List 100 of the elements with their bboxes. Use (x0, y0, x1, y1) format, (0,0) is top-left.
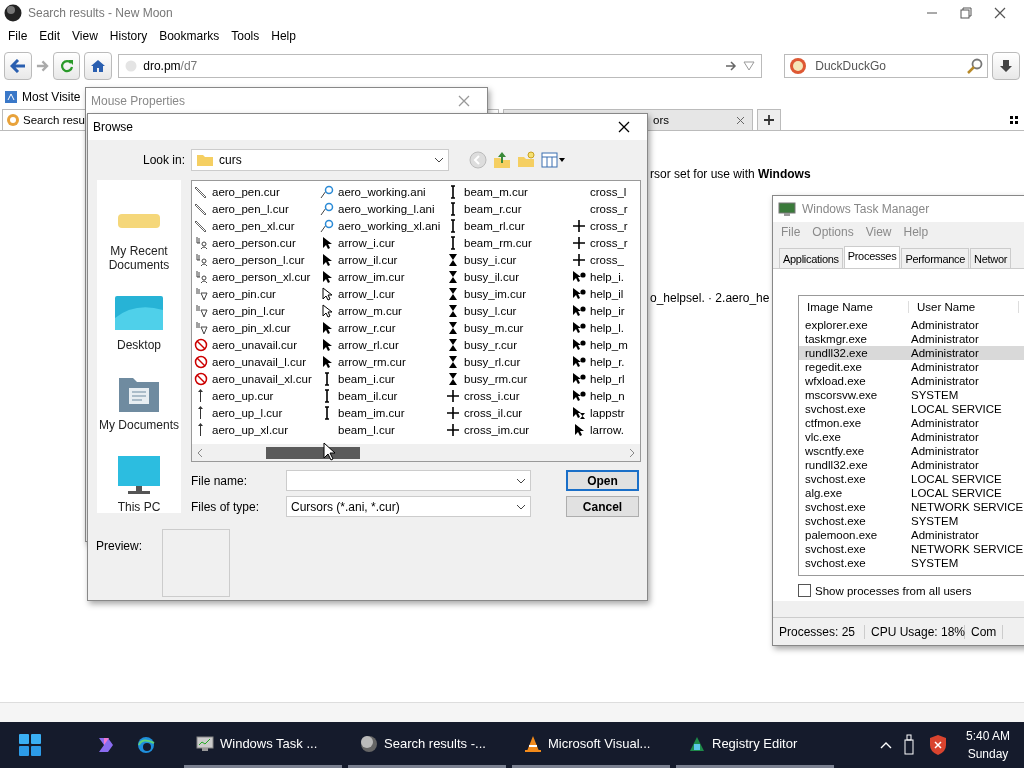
file-name[interactable]: arrow_m.cur (338, 304, 402, 317)
column-header[interactable]: User Name (909, 301, 1019, 313)
file-name[interactable]: beam_i.cur (338, 372, 395, 385)
file-name[interactable]: busy_l.cur (464, 304, 517, 317)
place-item[interactable]: My Recent Documents (97, 200, 181, 272)
menu-item[interactable]: Tools (225, 29, 266, 43)
back-button[interactable] (4, 52, 32, 80)
cancel-button[interactable]: Cancel (566, 496, 639, 517)
close-icon[interactable] (994, 6, 1006, 19)
file-name[interactable]: arrow_r.cur (338, 321, 396, 334)
file-name[interactable]: help_ir (590, 304, 625, 317)
file-name[interactable]: beam_rm.cur (464, 236, 532, 249)
taskbar-button[interactable]: Registry Editor (676, 722, 834, 768)
file-name[interactable]: busy_il.cur (464, 270, 519, 283)
bookmark-item[interactable]: Most Visite (4, 89, 81, 104)
restore-icon[interactable] (960, 6, 972, 19)
file-name[interactable]: aero_up_l.cur (212, 406, 283, 419)
place-item[interactable]: This PC (97, 454, 181, 514)
file-name[interactable]: arrow_rm.cur (338, 355, 406, 368)
file-name[interactable]: arrow_im.cur (338, 270, 405, 283)
file-name[interactable]: aero_pen.cur (212, 185, 280, 198)
view-menu-icon[interactable] (541, 151, 568, 169)
dropdown-icon[interactable] (743, 61, 756, 71)
tab[interactable]: Applications (779, 248, 843, 268)
file-name[interactable]: aero_up.cur (212, 389, 274, 402)
file-name[interactable]: aero_unavail.cur (212, 338, 298, 351)
tab-list-icon[interactable] (1010, 116, 1018, 124)
file-name[interactable]: cross_im.cur (464, 423, 530, 436)
file-name[interactable]: larrow. (590, 423, 624, 436)
new-tab-button[interactable] (757, 109, 781, 130)
file-name[interactable]: help_rl (590, 372, 625, 385)
place-item[interactable]: My Documents (97, 374, 181, 432)
file-name[interactable]: help_l. (590, 321, 624, 334)
file-name[interactable]: beam_rl.cur (464, 219, 525, 232)
file-name[interactable]: aero_unavail_xl.cur (212, 372, 312, 385)
tab[interactable]: Processes (843, 246, 901, 268)
file-name[interactable]: aero_person_xl.cur (212, 270, 311, 283)
file-name[interactable]: beam_r.cur (464, 202, 522, 215)
file-name[interactable]: aero_working.ani (338, 185, 426, 198)
file-name[interactable]: cross_ (590, 253, 624, 266)
menu-item[interactable]: Bookmarks (153, 29, 226, 43)
download-button[interactable] (992, 52, 1020, 80)
file-name[interactable]: busy_i.cur (464, 253, 517, 266)
file-name[interactable]: beam_il.cur (338, 389, 398, 402)
open-button[interactable]: Open (566, 470, 639, 491)
up-folder-icon[interactable] (493, 151, 512, 169)
menu-item[interactable]: Edit (33, 29, 67, 43)
file-name[interactable]: lappstr (590, 406, 625, 419)
search-icon[interactable] (967, 58, 984, 74)
file-name[interactable]: cross_r (590, 236, 628, 249)
file-name[interactable]: beam_im.cur (338, 406, 405, 419)
file-name[interactable]: cross_r (590, 202, 628, 215)
file-name-field[interactable] (286, 470, 531, 491)
go-arrow-icon[interactable] (725, 60, 738, 72)
file-name[interactable]: arrow_l.cur (338, 287, 395, 300)
search-box[interactable]: DuckDuckGo (784, 54, 989, 78)
close-icon[interactable] (618, 121, 630, 133)
file-name[interactable]: aero_unavail_l.cur (212, 355, 306, 368)
menu-item[interactable]: File (2, 29, 34, 43)
file-name[interactable]: busy_m.cur (464, 321, 524, 334)
address-field[interactable]: dro.pm/d7 (118, 54, 763, 78)
place-item[interactable]: Desktop (97, 294, 181, 352)
taskbar-button[interactable]: Windows Task ... (184, 722, 342, 768)
process-row[interactable]: rundll32.exe Administrator (799, 346, 1024, 360)
file-name[interactable]: help_m (590, 338, 628, 351)
file-name[interactable]: aero_working_xl.ani (338, 219, 441, 232)
file-name[interactable]: aero_person.cur (212, 236, 296, 249)
shield-icon[interactable] (927, 734, 948, 756)
file-name[interactable]: aero_pin.cur (212, 287, 276, 300)
file-name[interactable]: cross_r (590, 219, 628, 232)
file-name[interactable]: arrow_i.cur (338, 236, 395, 249)
file-name[interactable]: busy_im.cur (464, 287, 526, 300)
file-name[interactable]: aero_up_xl.cur (212, 423, 289, 436)
look-in-dropdown[interactable]: curs (191, 149, 450, 171)
file-name[interactable]: help_il (590, 287, 624, 300)
file-name[interactable]: cross_il.cur (464, 406, 523, 419)
file-name[interactable]: arrow_il.cur (338, 253, 398, 266)
menu-item[interactable]: Help (265, 29, 302, 43)
file-name[interactable]: aero_pin_xl.cur (212, 321, 291, 334)
close-tab-icon[interactable] (736, 115, 745, 125)
file-name[interactable]: aero_working_l.ani (338, 202, 435, 215)
file-name[interactable]: busy_rm.cur (464, 372, 528, 385)
clock-time[interactable]: 5:40 AM (965, 729, 1010, 743)
scroll-right-icon[interactable] (628, 447, 636, 458)
file-name[interactable]: busy_rl.cur (464, 355, 521, 368)
file-name[interactable]: arrow_rl.cur (338, 338, 399, 351)
file-name[interactable]: busy_r.cur (464, 338, 518, 351)
file-name[interactable]: cross_i.cur (464, 389, 520, 402)
menu-item[interactable]: History (103, 29, 154, 43)
tab[interactable]: Networ (970, 248, 1012, 268)
file-type-dropdown[interactable]: Cursors (*.ani, *.cur) (286, 496, 531, 517)
file-name[interactable]: help_n (590, 389, 625, 402)
file-name[interactable]: beam_m.cur (464, 185, 528, 198)
menu-item[interactable]: View (66, 29, 104, 43)
taskbar-button[interactable]: Search results -... (348, 722, 506, 768)
horizontal-scrollbar[interactable] (192, 444, 640, 461)
file-name[interactable]: help_i. (590, 270, 624, 283)
clock-day[interactable]: Sunday (967, 747, 1009, 761)
tab[interactable]: Performance (901, 248, 970, 268)
file-name[interactable]: aero_pin_l.cur (212, 304, 285, 317)
